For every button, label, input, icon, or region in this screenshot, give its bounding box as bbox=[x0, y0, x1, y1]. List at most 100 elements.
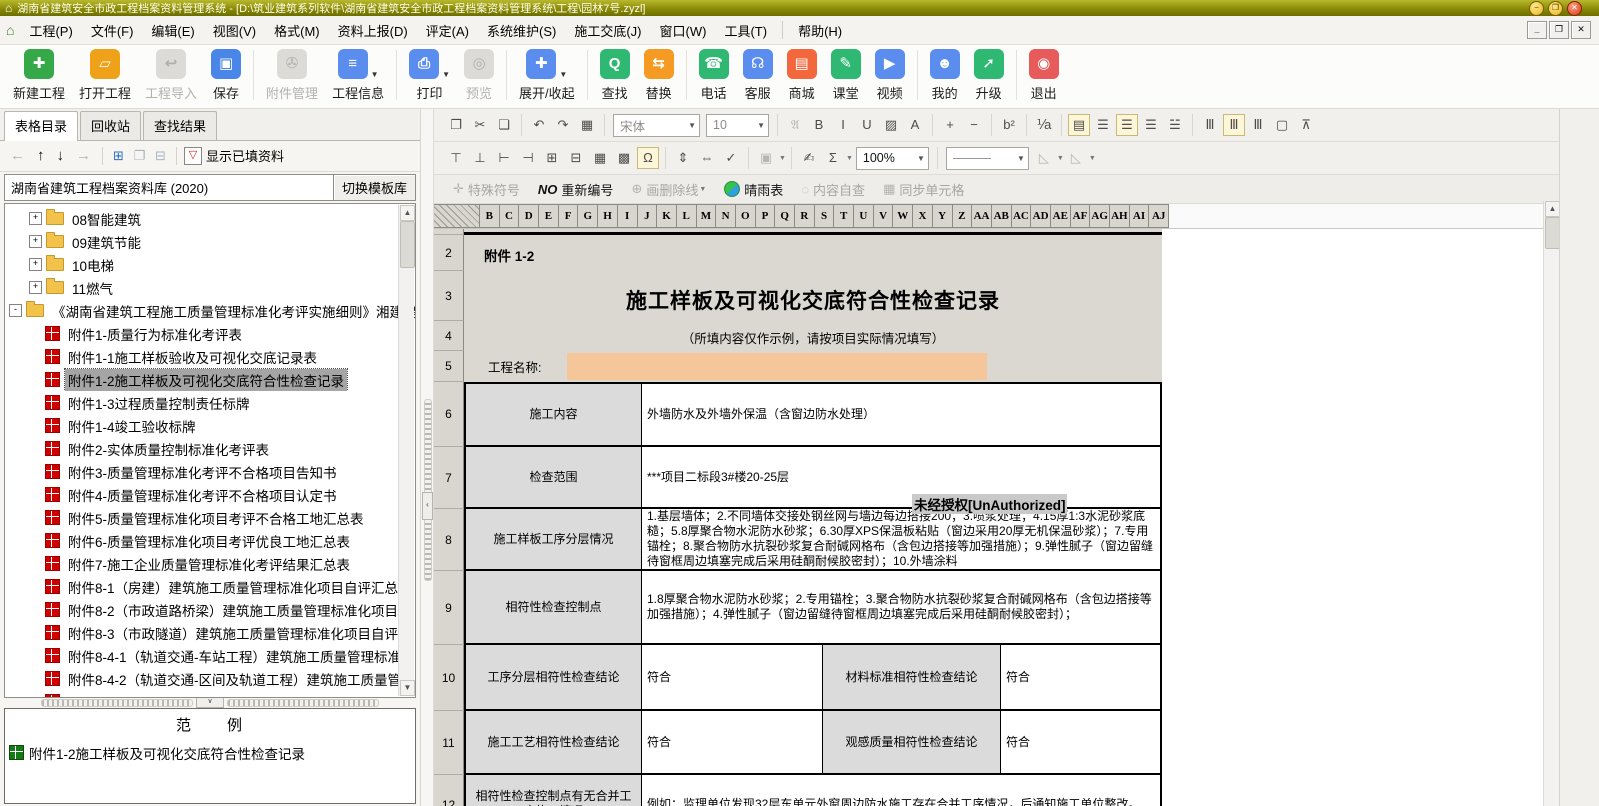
row-header[interactable]: 2 bbox=[434, 235, 464, 271]
tree-item[interactable]: 附件6-质量管理标准化项目考评优良工地汇总表 bbox=[5, 529, 415, 552]
column-header-J[interactable]: J bbox=[637, 204, 658, 228]
project-info-button[interactable]: ≡ ▼ 工程信息 bbox=[332, 49, 384, 102]
form-label-cell[interactable]: 材料标准相符性检查结论 bbox=[823, 645, 1001, 709]
font-dialog-icon[interactable]: 𝔄 bbox=[784, 114, 806, 136]
form-value-cell[interactable]: ***项目二标段3#楼20-25层 bbox=[642, 447, 1160, 507]
zoom-combo[interactable]: 100% ▼ bbox=[855, 146, 929, 170]
underline-icon[interactable]: U bbox=[856, 114, 878, 136]
content-self-check-button[interactable]: ◌ 内容自查 bbox=[801, 180, 865, 199]
add-table-icon[interactable]: ⊞ bbox=[110, 148, 127, 164]
tree-item[interactable]: 附件1-3过程质量控制责任标牌 bbox=[5, 391, 415, 414]
menu-item-1[interactable]: 文件(F) bbox=[82, 17, 143, 44]
form-value-cell[interactable]: 外墙防水及外墙外保温（含窗边防水处理） bbox=[642, 384, 1160, 445]
form-label-cell[interactable]: 工序分层相符性检查结论 bbox=[466, 645, 642, 709]
form-value-cell[interactable]: 符合 bbox=[1001, 645, 1160, 709]
font-color-icon[interactable]: A bbox=[904, 114, 926, 136]
tree-item[interactable]: 附件1-2施工样板及可视化交底符合性检查记录 bbox=[5, 368, 415, 392]
form-label-cell[interactable]: 施工内容 bbox=[466, 384, 642, 445]
italic-icon[interactable]: I bbox=[832, 114, 854, 136]
column-header-U[interactable]: U bbox=[854, 204, 874, 228]
form-value-cell[interactable]: 例如：监理单位发现32层东单元外窗周边防水施工存在合并工序情况，后通知施工单位整… bbox=[642, 775, 1160, 806]
row-header[interactable]: 7 bbox=[434, 447, 464, 509]
upgrade-button[interactable]: ➚ 升级 bbox=[973, 49, 1004, 102]
tree-item[interactable]: +11燃气 bbox=[5, 276, 415, 299]
row-header[interactable]: 8 bbox=[434, 509, 464, 571]
insert-row-above-icon[interactable]: ⊤ bbox=[445, 147, 467, 169]
dropdown-arrow-icon[interactable]: ▼ bbox=[371, 70, 379, 79]
form-label-cell[interactable]: 观感质量相符性检查结论 bbox=[823, 711, 1001, 773]
exit-button[interactable]: ◉ 退出 bbox=[1028, 49, 1059, 102]
print-button[interactable]: ⎙ ▼ 打印 bbox=[409, 49, 450, 102]
tree-scrollbar[interactable]: ▲ ▼ bbox=[398, 205, 415, 696]
dropdown-arrow-icon[interactable]: ▼ bbox=[1057, 155, 1064, 162]
insert-col-icon[interactable]: ⊢ bbox=[493, 147, 515, 169]
align-justify-icon[interactable]: ☱ bbox=[1164, 114, 1186, 136]
handwrite-icon[interactable]: ✍ bbox=[798, 147, 820, 169]
tab-查找结果[interactable]: 查找结果 bbox=[143, 111, 218, 140]
window-close-icon[interactable]: ✕ bbox=[1567, 0, 1582, 16]
dropdown-arrow-icon[interactable]: ▼ bbox=[779, 155, 786, 162]
tree-scroll-down-icon[interactable]: ▼ bbox=[400, 679, 415, 696]
column-header-AC[interactable]: AC bbox=[1011, 204, 1032, 228]
project-name-input[interactable] bbox=[567, 353, 987, 380]
column-header-G[interactable]: G bbox=[578, 204, 599, 228]
form-label-cell[interactable]: 检查范围 bbox=[466, 447, 642, 507]
diagonal-border-icon[interactable]: ◺ bbox=[1033, 147, 1055, 169]
preview-button[interactable]: ◎ 预览 bbox=[464, 49, 494, 102]
char-spacing-icon[interactable]: ⇔ bbox=[696, 147, 718, 169]
insert-row-below-icon[interactable]: ⊥ bbox=[469, 147, 491, 169]
row-header[interactable]: 10 bbox=[434, 645, 464, 711]
mdi-minimize-icon[interactable]: _ bbox=[1527, 21, 1547, 39]
form-label-cell[interactable]: 相符性检查控制点有无合并工序施工情况 bbox=[466, 775, 642, 806]
tree-item[interactable]: +10电梯 bbox=[5, 253, 415, 276]
tab-表格目录[interactable]: 表格目录 bbox=[4, 111, 79, 141]
menu-item-5[interactable]: 资料上报(D) bbox=[329, 17, 417, 44]
vertical-top-icon[interactable]: Ⅲ bbox=[1199, 114, 1221, 136]
form-label-cell[interactable]: 施工样板工序分层情况 bbox=[466, 509, 642, 569]
line-combo[interactable]: ▼ bbox=[945, 146, 1029, 170]
expand-icon[interactable]: + bbox=[29, 258, 42, 272]
tree-item[interactable]: 附件8-2（市政道路桥梁）建筑施工质量管理标准化项目自 bbox=[5, 598, 415, 621]
dropdown-arrow-icon[interactable]: ▼ bbox=[846, 155, 853, 162]
column-header-F[interactable]: F bbox=[558, 204, 579, 228]
tab-回收站[interactable]: 回收站 bbox=[80, 111, 142, 140]
doc-scroll-up-icon[interactable]: ▲ bbox=[1545, 201, 1560, 217]
switch-template-button[interactable]: 切换模板库 bbox=[333, 173, 416, 202]
align-left-icon[interactable]: ☰ bbox=[1092, 114, 1114, 136]
tree-item[interactable]: 附件3-质量管理标准化考评不合格项目告知书 bbox=[5, 460, 415, 483]
size-combo[interactable]: 10 ▼ bbox=[706, 113, 769, 137]
tree-item[interactable]: - 《湖南省建筑工程施工质量管理标准化考评实施细则》湘建建 bbox=[5, 299, 415, 322]
column-header-AH[interactable]: AH bbox=[1110, 204, 1130, 228]
copy-icon[interactable]: ❐ bbox=[445, 114, 467, 136]
column-header-Z[interactable]: Z bbox=[952, 204, 973, 228]
tree-item[interactable]: 附件4-质量管理标准化考评不合格项目认定书 bbox=[5, 483, 415, 506]
menu-item-11[interactable]: 帮助(H) bbox=[789, 17, 851, 44]
replace-button[interactable]: ⇆ 替换 bbox=[643, 49, 674, 102]
row-header[interactable]: 12 bbox=[434, 775, 464, 806]
sync-cells-button[interactable]: ▦ 同步单元格 bbox=[883, 180, 964, 199]
doc-scroll-thumb[interactable] bbox=[1545, 217, 1560, 249]
form-label-cell[interactable]: 施工工艺相符性检查结论 bbox=[466, 711, 642, 773]
row-header[interactable]: 9 bbox=[434, 571, 464, 645]
column-header-M[interactable]: M bbox=[696, 204, 717, 228]
column-header-E[interactable]: E bbox=[539, 204, 559, 228]
mdi-restore-icon[interactable]: ❐ bbox=[1549, 21, 1569, 39]
lock-cell-icon[interactable]: Ω bbox=[637, 147, 659, 169]
tree-scroll-thumb[interactable] bbox=[400, 221, 415, 269]
expand-collapse-button[interactable]: ✚ ▼ 展开/收起 bbox=[519, 49, 575, 102]
special-symbol-button[interactable]: ✛ 特殊符号 bbox=[453, 180, 520, 199]
table-props-icon[interactable]: ▦ bbox=[589, 147, 611, 169]
tree-item[interactable]: 附件7-施工企业质量管理标准化考评结果汇总表 bbox=[5, 552, 415, 575]
dropdown-arrow-icon[interactable]: ▼ bbox=[699, 186, 706, 193]
tree-item[interactable]: +09建筑节能 bbox=[5, 230, 415, 253]
nav-right-icon[interactable]: → bbox=[72, 147, 95, 164]
collapse-icon[interactable]: - bbox=[9, 304, 22, 318]
tree-item[interactable]: 附件1-1施工样板验收及可视化交底记录表 bbox=[5, 345, 415, 368]
column-header-AI[interactable]: AI bbox=[1129, 204, 1150, 228]
video-button[interactable]: ▶ 视频 bbox=[874, 49, 905, 102]
column-header-V[interactable]: V bbox=[873, 204, 894, 228]
draw-strikethrough-button[interactable]: ⊕ 画删除线 ▼ bbox=[631, 180, 706, 199]
dropdown-arrow-icon[interactable]: ▼ bbox=[1089, 155, 1096, 162]
mdi-close-icon[interactable]: ✕ bbox=[1571, 21, 1591, 39]
weather-table-button[interactable]: 晴雨表 bbox=[724, 180, 783, 199]
